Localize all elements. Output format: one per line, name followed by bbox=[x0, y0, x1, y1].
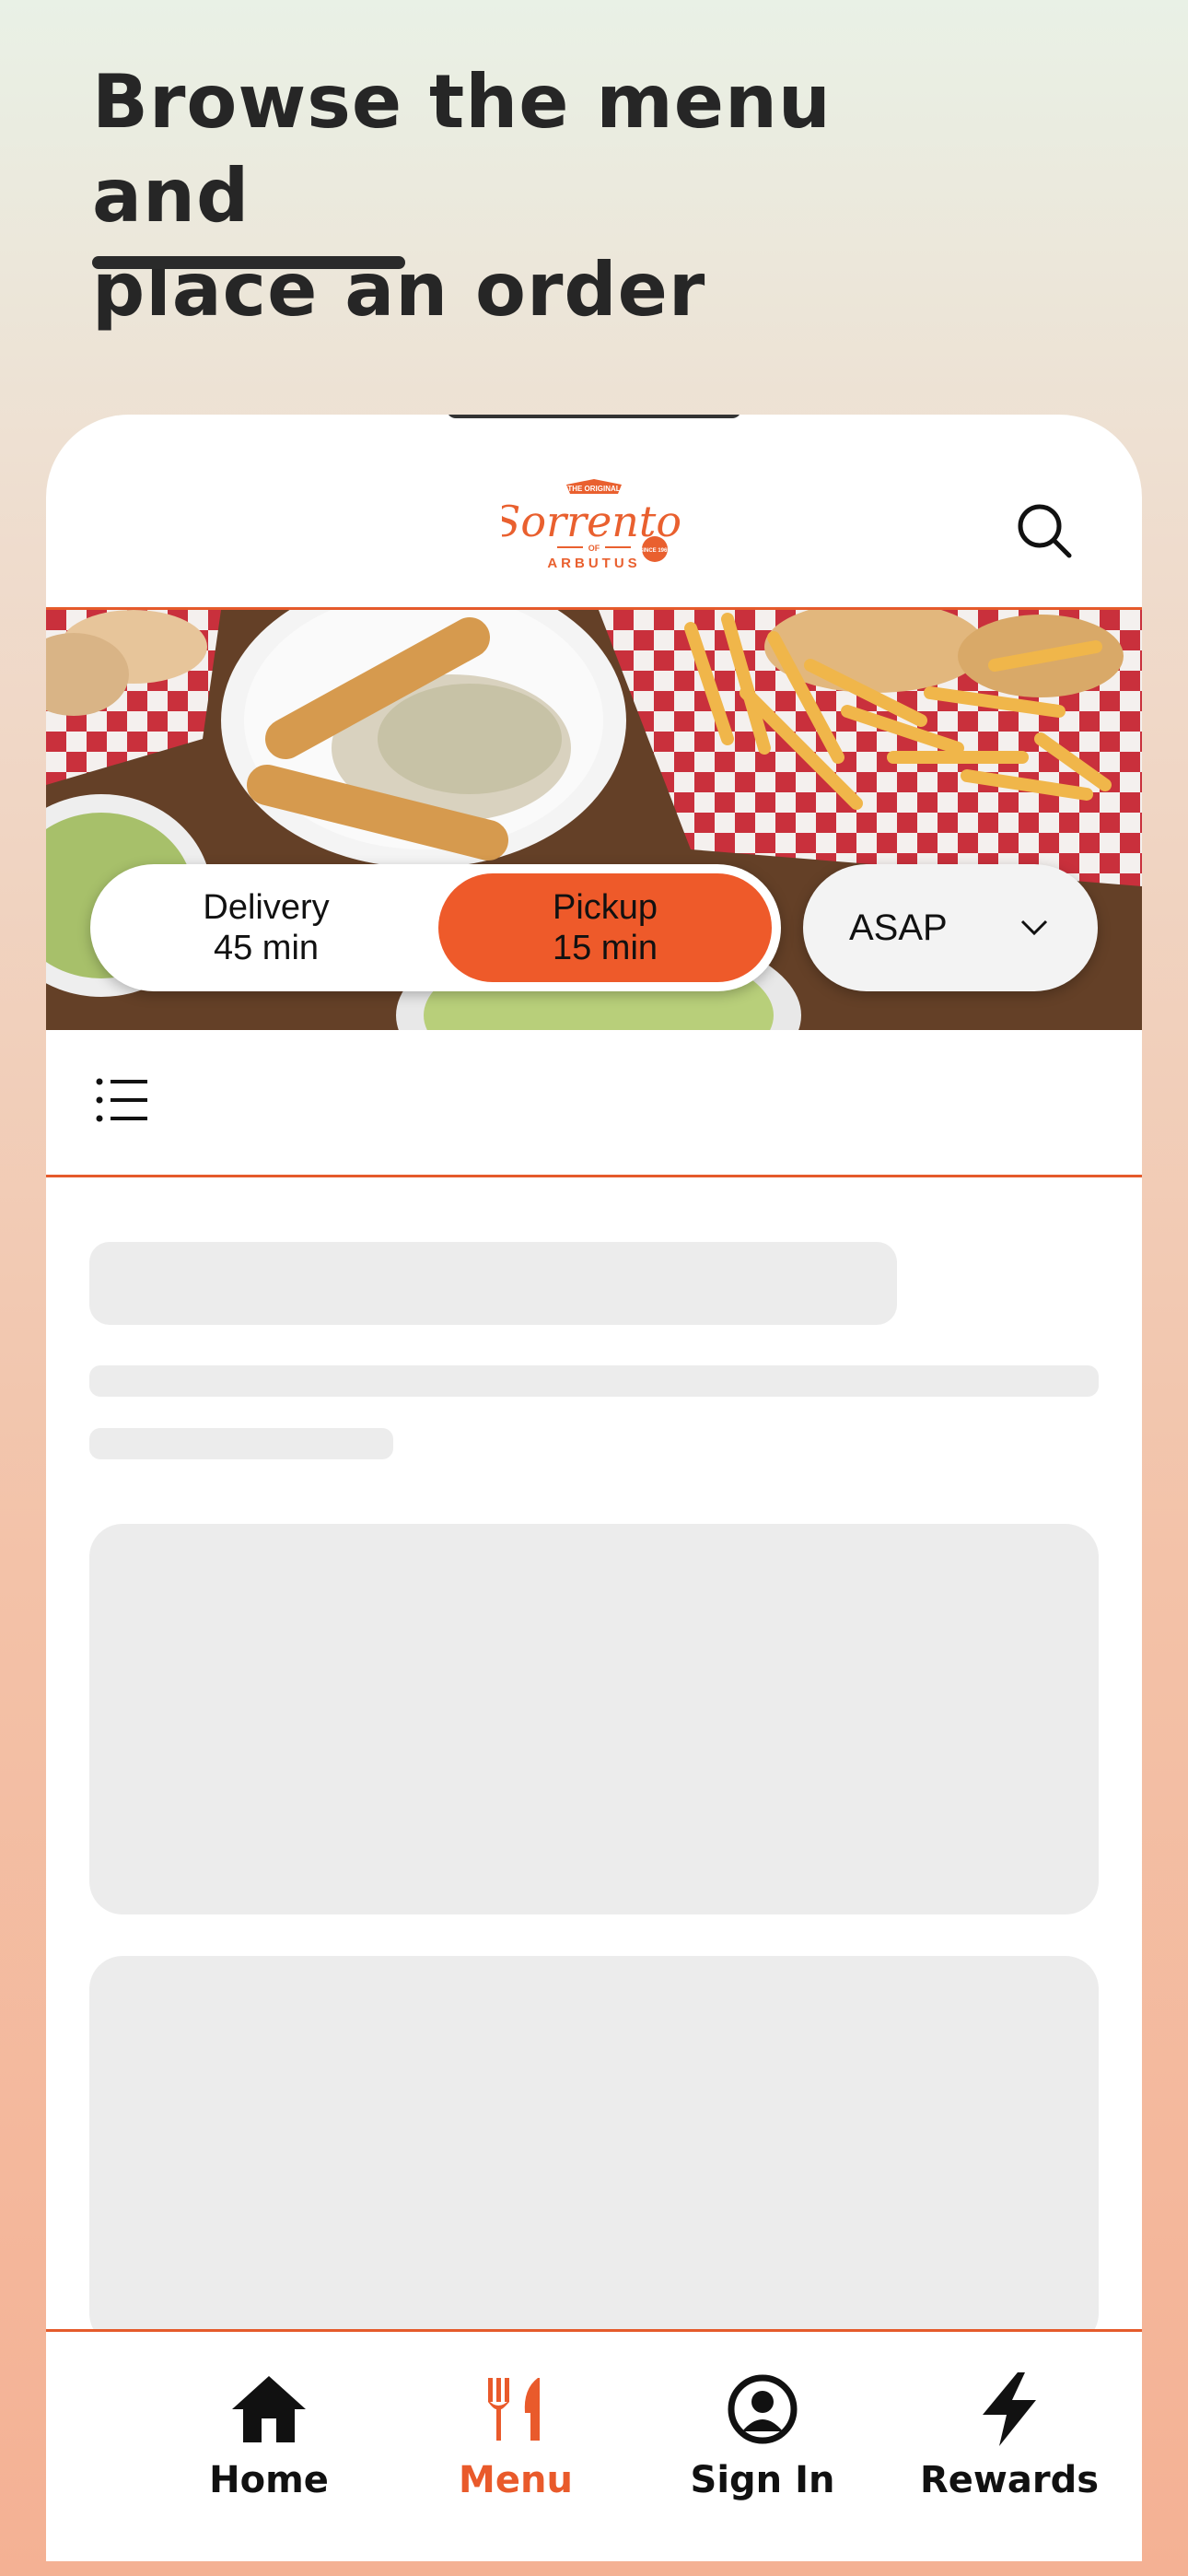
fork-knife-icon bbox=[477, 2371, 554, 2448]
phone-frame: THE ORIGINAL Sorrento OF ARBUTUS SINCE 1… bbox=[46, 415, 1142, 2561]
svg-text:THE ORIGINAL: THE ORIGINAL bbox=[567, 485, 620, 493]
home-icon bbox=[230, 2371, 308, 2448]
nav-home-label: Home bbox=[209, 2459, 329, 2501]
nav-home[interactable]: Home bbox=[146, 2371, 392, 2509]
bottom-nav: Home Menu Sign In Rewards bbox=[46, 2329, 1142, 2561]
schedule-value: ASAP bbox=[849, 907, 948, 948]
delivery-time: 45 min bbox=[213, 929, 320, 967]
skeleton-title bbox=[89, 1242, 897, 1325]
svg-text:SINCE 1965: SINCE 1965 bbox=[639, 548, 670, 554]
search-button[interactable] bbox=[1011, 498, 1077, 564]
nav-sign-in[interactable]: Sign In bbox=[639, 2371, 886, 2509]
chevron-down-icon bbox=[1020, 919, 1048, 936]
list-icon[interactable] bbox=[94, 1072, 149, 1128]
promo-headline: Browse the menu and place an order bbox=[92, 55, 1013, 337]
pickup-option[interactable]: Pickup 15 min bbox=[438, 873, 772, 982]
hero-food-image: Delivery 45 min Pickup 15 min ASAP bbox=[46, 610, 1142, 1030]
skeleton-line bbox=[89, 1365, 1099, 1397]
user-circle-icon bbox=[724, 2371, 801, 2448]
app-header: THE ORIGINAL Sorrento OF ARBUTUS SINCE 1… bbox=[46, 415, 1142, 610]
search-icon bbox=[1018, 504, 1072, 558]
skeleton-card bbox=[89, 1956, 1099, 2347]
svg-text:ARBUTUS: ARBUTUS bbox=[547, 556, 640, 571]
nav-rewards-label: Rewards bbox=[919, 2459, 1100, 2501]
svg-text:OF: OF bbox=[588, 544, 600, 553]
nav-sign-in-label: Sign In bbox=[690, 2459, 835, 2501]
headline-underline bbox=[92, 256, 405, 269]
sorrento-logo[interactable]: THE ORIGINAL Sorrento OF ARBUTUS SINCE 1… bbox=[502, 475, 686, 577]
order-mode-toggle: Delivery 45 min Pickup 15 min bbox=[90, 864, 781, 991]
delivery-label: Delivery bbox=[203, 888, 330, 927]
nav-menu-label: Menu bbox=[459, 2459, 573, 2501]
category-bar bbox=[46, 1030, 1142, 1177]
pickup-time: 15 min bbox=[552, 929, 658, 967]
schedule-dropdown[interactable]: ASAP bbox=[803, 864, 1098, 991]
nav-menu[interactable]: Menu bbox=[392, 2371, 639, 2509]
pickup-label: Pickup bbox=[552, 888, 658, 927]
skeleton-card bbox=[89, 1524, 1099, 1914]
nav-rewards[interactable]: Rewards bbox=[886, 2371, 1133, 2509]
lightning-icon bbox=[971, 2371, 1048, 2448]
skeleton-line-short bbox=[89, 1428, 393, 1459]
delivery-option[interactable]: Delivery 45 min bbox=[99, 873, 433, 982]
headline-line-1: Browse the menu and bbox=[92, 59, 832, 239]
